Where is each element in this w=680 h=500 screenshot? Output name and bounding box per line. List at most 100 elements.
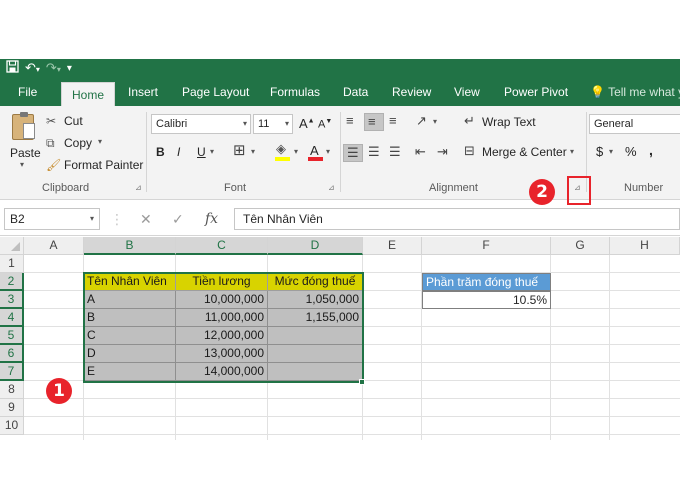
row-header-1[interactable]: 1 [0,255,24,273]
cell-f3[interactable]: 10.5% [422,291,551,309]
bold-button[interactable]: B [156,145,165,159]
cell-f2[interactable]: Phần trăm đóng thuế [422,273,551,291]
excel-window: ↶▾ ↷▾ ▾ File Home Insert Page Layout For… [0,59,680,440]
title-bar: ↶▾ ↷▾ ▾ [0,59,680,79]
tab-view[interactable]: View [454,79,480,106]
tab-file[interactable]: File [18,79,37,106]
increase-indent-icon[interactable]: ⇥ [437,145,448,159]
cell-b4[interactable]: B [84,309,176,327]
top-align-icon[interactable]: ≡ [346,114,354,128]
tab-data[interactable]: Data [343,79,368,106]
row-header-3[interactable]: 3 [0,291,24,309]
copy-button[interactable]: ⧉ Copy ▾ [46,134,116,152]
fill-handle[interactable] [359,379,365,385]
paste-button[interactable]: Paste ▾ [8,112,41,172]
row-header-2[interactable]: 2 [0,273,24,291]
redo-icon[interactable]: ↷▾ [46,59,61,80]
tab-page-layout[interactable]: Page Layout [182,79,249,106]
column-header-c[interactable]: C [176,237,268,255]
orientation-icon[interactable]: ↗ [416,114,427,128]
cell-d4[interactable]: 1,155,000 [268,309,363,327]
row-header-6[interactable]: 6 [0,345,24,363]
italic-button[interactable]: I [177,145,180,159]
font-size-combo[interactable]: 11 ▾ [253,114,293,134]
fill-color-button[interactable]: ◈ [274,142,292,162]
name-box[interactable]: B2 ▾ [4,208,100,230]
number-format-combo[interactable]: General [589,114,680,134]
row-header-5[interactable]: 5 [0,327,24,345]
decrease-indent-icon[interactable]: ⇤ [415,145,426,159]
cell-b7[interactable]: E [84,363,176,381]
cell-c2[interactable]: Tiền lương [176,273,268,291]
cell-d2[interactable]: Mức đóng thuế [268,273,363,291]
borders-icon[interactable]: ⊞ [233,143,246,158]
tab-power-pivot[interactable]: Power Pivot [504,79,568,106]
tab-insert[interactable]: Insert [128,79,158,106]
save-icon[interactable] [6,59,19,79]
font-name-combo[interactable]: Calibri ▾ [151,114,251,134]
formula-input[interactable]: Tên Nhân Viên [234,208,680,230]
insert-function-icon[interactable]: fx [205,208,218,230]
clipboard-launcher-icon[interactable]: ⊿ [135,184,144,193]
column-header-b[interactable]: B [84,237,176,255]
column-header-h[interactable]: H [610,237,680,255]
currency-button[interactable]: $ [596,144,603,159]
column-header-f[interactable]: F [422,237,551,255]
column-header-e[interactable]: E [363,237,422,255]
align-center-icon[interactable]: ☰ [368,145,380,159]
merge-center-button[interactable]: ⊟ Merge & Center ▾ [464,144,580,162]
cell-c5[interactable]: 12,000,000 [176,327,268,345]
cell-b3[interactable]: A [84,291,176,309]
tab-home[interactable]: Home [61,82,116,106]
font-color-button[interactable]: A [307,142,325,162]
alignment-group-label: Alignment [429,182,478,194]
column-header-a[interactable]: A [24,237,84,255]
row-header-4[interactable]: 4 [0,309,24,327]
undo-icon[interactable]: ↶▾ [25,59,40,80]
shrink-font-button[interactable]: A▼ [318,118,332,131]
bottom-align-icon[interactable]: ≡ [389,114,397,128]
cell-c4[interactable]: 11,000,000 [176,309,268,327]
percent-button[interactable]: % [625,144,637,159]
middle-align-icon: ≡ [368,114,376,129]
enter-icon[interactable]: ✓ [172,208,184,230]
cell-d5[interactable] [268,327,363,345]
comma-button[interactable]: , [649,142,653,158]
format-painter-button[interactable]: 🖌 Format Painter [46,156,143,174]
orientation-dropdown-icon[interactable]: ▾ [433,117,437,126]
row-header-9[interactable]: 9 [0,399,24,417]
column-header-d[interactable]: D [268,237,363,255]
cell-d6[interactable] [268,345,363,363]
underline-button[interactable]: U [197,145,206,159]
row-header-10[interactable]: 10 [0,417,24,435]
tell-me-box[interactable]: 💡 Tell me what yo [590,79,680,106]
cell-b2[interactable]: Tên Nhân Viên [84,273,176,291]
font-launcher-icon[interactable]: ⊿ [328,184,337,193]
cell-c6[interactable]: 13,000,000 [176,345,268,363]
grow-font-button[interactable]: A▲ [299,116,315,131]
underline-dropdown-icon[interactable]: ▾ [210,147,214,156]
font-color-dropdown-icon[interactable]: ▾ [326,147,330,156]
align-left-button[interactable]: ☰ [343,144,363,162]
cell-b5[interactable]: C [84,327,176,345]
middle-align-button[interactable]: ≡ [364,113,384,131]
cancel-icon[interactable]: ✕ [140,208,152,230]
row-header-8[interactable]: 8 [0,381,24,399]
fill-dropdown-icon[interactable]: ▾ [294,147,298,156]
customize-icon[interactable]: ▾ [67,59,72,79]
cell-b6[interactable]: D [84,345,176,363]
cell-d7[interactable] [268,363,363,381]
currency-dropdown-icon[interactable]: ▾ [609,147,613,156]
cut-button[interactable]: ✂ Cut [46,112,106,130]
wrap-text-button[interactable]: ↵ Wrap Text [464,114,554,132]
cell-c3[interactable]: 10,000,000 [176,291,268,309]
select-all-button[interactable] [0,237,24,255]
row-header-7[interactable]: 7 [0,363,24,381]
borders-dropdown-icon[interactable]: ▾ [251,147,255,156]
align-right-icon[interactable]: ☰ [389,145,401,159]
tab-formulas[interactable]: Formulas [270,79,320,106]
column-header-g[interactable]: G [551,237,610,255]
cell-d3[interactable]: 1,050,000 [268,291,363,309]
tab-review[interactable]: Review [392,79,431,106]
cell-c7[interactable]: 14,000,000 [176,363,268,381]
